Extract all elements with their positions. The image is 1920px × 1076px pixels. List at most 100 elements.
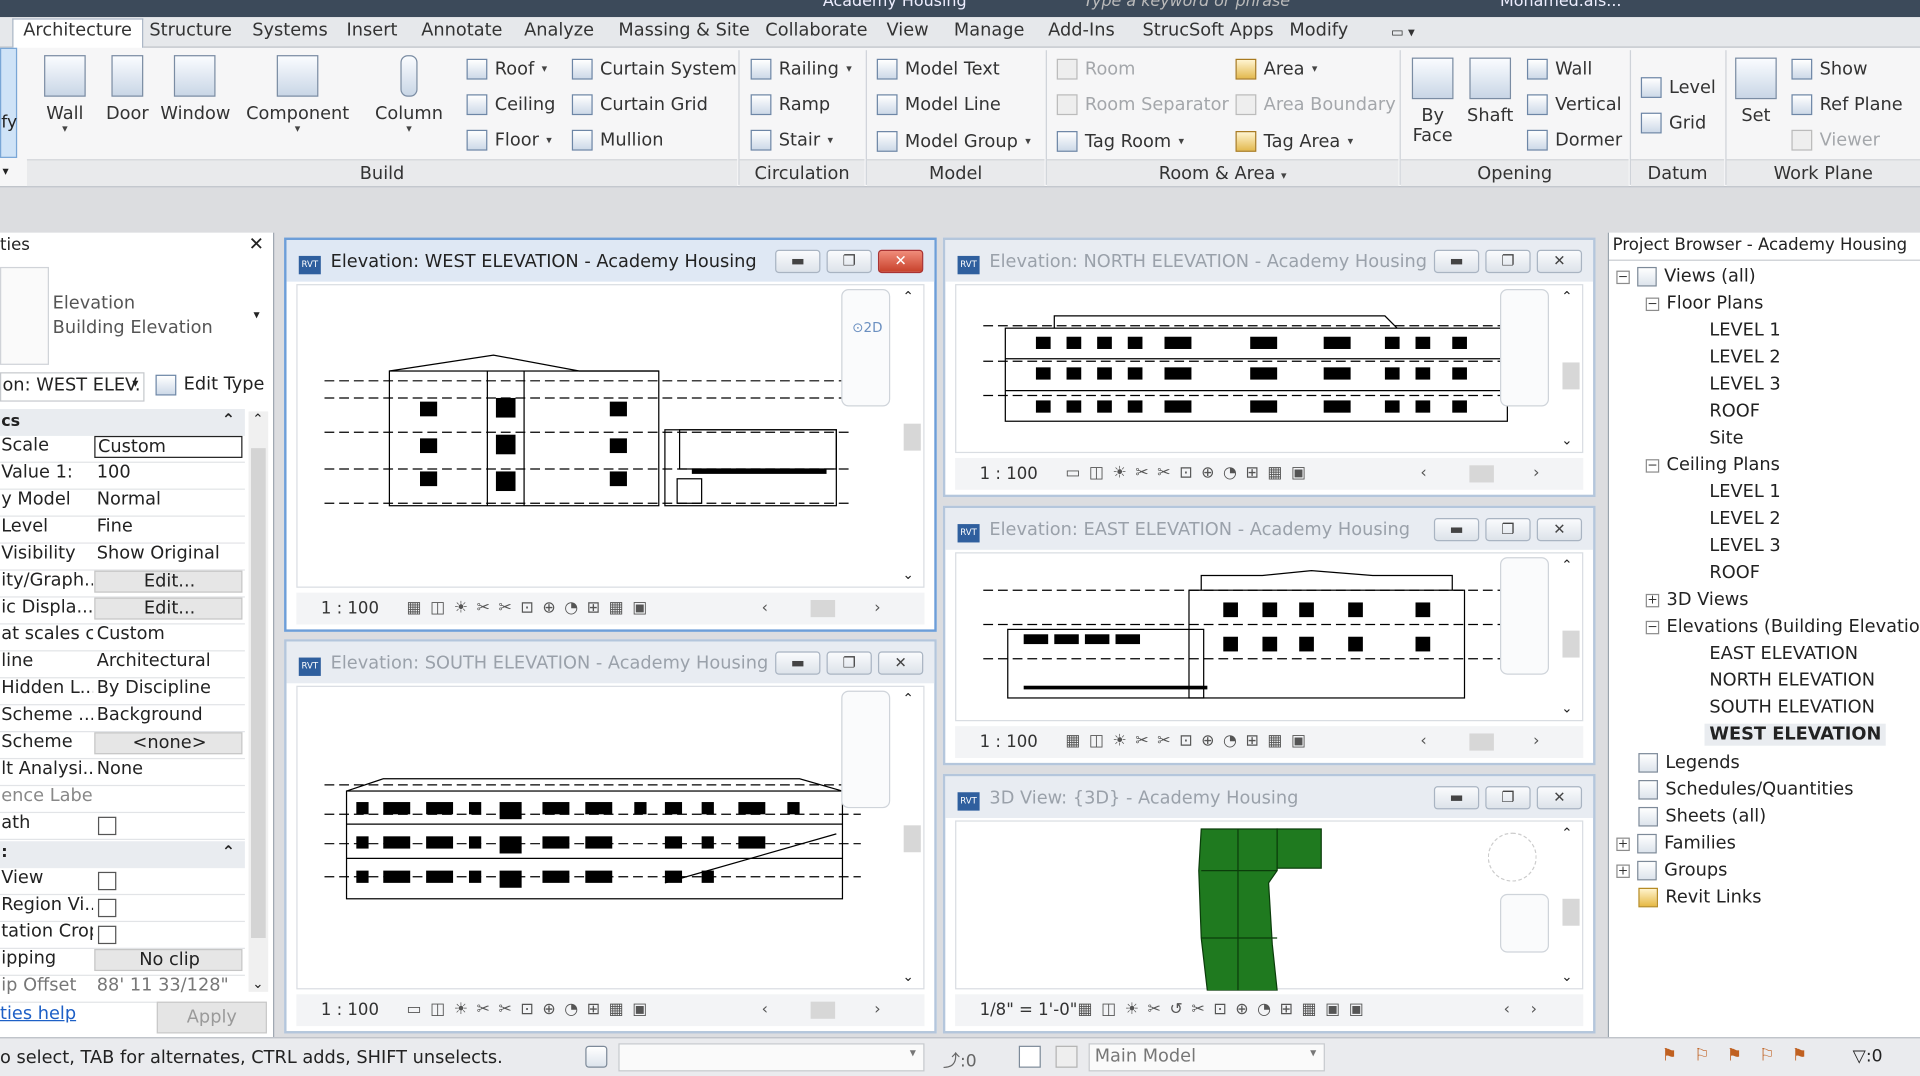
minimize-button[interactable]: ▬ bbox=[1433, 517, 1480, 542]
navigation-bar[interactable] bbox=[841, 690, 891, 809]
vertical-scrollbar[interactable]: ⌃ ⌄ bbox=[902, 289, 922, 583]
horizontal-scroll-right-icon[interactable]: › bbox=[1531, 1000, 1546, 1018]
crop-view-checkbox[interactable] bbox=[97, 871, 117, 891]
view-title-bar[interactable]: RVT Elevation: NORTH ELEVATION - Academy… bbox=[945, 240, 1594, 282]
horizontal-scroll-left-icon[interactable]: ‹ bbox=[762, 1000, 777, 1018]
tab-manage[interactable]: Manage bbox=[954, 21, 1025, 41]
tree-ceiling-plan-item[interactable]: LEVEL 3 bbox=[1709, 536, 1780, 556]
discipline-field[interactable]: Architectural bbox=[94, 651, 242, 671]
user-name[interactable]: Mohamed.als... bbox=[1500, 0, 1621, 11]
drawing-canvas[interactable] bbox=[955, 820, 1584, 992]
tree-elevation-item[interactable]: SOUTH ELEVATION bbox=[1709, 698, 1875, 718]
room-button[interactable]: Room bbox=[1056, 58, 1135, 80]
area-boundary-button[interactable]: Area Boundary bbox=[1235, 94, 1396, 116]
horizontal-scrollbar-thumb[interactable] bbox=[1469, 465, 1494, 483]
close-view-button[interactable]: ✕ bbox=[1536, 249, 1583, 274]
view-title-bar[interactable]: RVT Elevation: EAST ELEVATION - Academy … bbox=[945, 508, 1594, 550]
north-elevation-view[interactable]: RVT Elevation: NORTH ELEVATION - Academy… bbox=[942, 237, 1596, 498]
restore-button[interactable]: ❐ bbox=[1485, 517, 1531, 542]
tree-floor-plans[interactable]: − Floor Plans bbox=[1645, 294, 1763, 313]
view-scale[interactable]: 1 : 100 bbox=[980, 464, 1038, 484]
horizontal-scrollbar-thumb[interactable] bbox=[810, 1001, 836, 1019]
restore-button[interactable]: ❐ bbox=[1485, 249, 1531, 274]
horizontal-scroll-right-icon[interactable]: › bbox=[874, 1000, 889, 1018]
minimize-button[interactable]: ▬ bbox=[1433, 249, 1480, 274]
3d-view[interactable]: RVT 3D View: {3D} - Academy Housing ▬ ❐ … bbox=[942, 773, 1596, 1034]
properties-scrollbar[interactable]: ⌃ ⌄ bbox=[248, 411, 269, 992]
horizontal-scroll-left-icon[interactable]: ‹ bbox=[762, 599, 777, 617]
tree-elevation-item[interactable]: EAST ELEVATION bbox=[1709, 644, 1858, 664]
model-group-button[interactable]: Model Group ▾ bbox=[876, 131, 1031, 152]
by-face-button[interactable]: By Face bbox=[1408, 57, 1457, 146]
tree-views-all[interactable]: − Views (all) bbox=[1616, 266, 1756, 287]
far-clipping-button[interactable]: No clip bbox=[94, 948, 243, 972]
horizontal-scroll-right-icon[interactable]: › bbox=[874, 599, 889, 617]
tree-families[interactable]: + Families bbox=[1616, 833, 1736, 854]
selection-settings-icons[interactable]: ⚑⚐⚑⚐⚑ bbox=[1662, 1046, 1825, 1066]
hide-scales-field[interactable]: Custom bbox=[94, 624, 242, 644]
horizontal-scroll-left-icon[interactable]: ‹ bbox=[1420, 464, 1435, 482]
graphic-display-edit-button[interactable]: Edit... bbox=[94, 597, 243, 620]
drawing-canvas[interactable] bbox=[955, 284, 1584, 454]
tab-modify[interactable]: Modify bbox=[1289, 21, 1348, 41]
drawing-canvas[interactable] bbox=[296, 685, 925, 990]
ceiling-button[interactable]: Ceiling bbox=[466, 94, 555, 116]
properties-help-link[interactable]: ties help bbox=[0, 1004, 76, 1024]
vg-edit-button[interactable]: Edit... bbox=[94, 570, 243, 593]
show-workplane-button[interactable]: Show bbox=[1791, 58, 1868, 80]
tree-elevation-item[interactable]: NORTH ELEVATION bbox=[1709, 671, 1875, 691]
apply-button[interactable]: Apply bbox=[156, 1001, 267, 1034]
tab-collaborate[interactable]: Collaborate bbox=[765, 21, 867, 41]
tab-add-ins[interactable]: Add-Ins bbox=[1048, 21, 1115, 41]
window-button[interactable]: Window bbox=[160, 55, 230, 124]
tree-ceiling-plan-item[interactable]: ROOF bbox=[1709, 563, 1760, 583]
select-dropdown-icon[interactable]: ▾ bbox=[2, 165, 8, 178]
close-icon[interactable]: ✕ bbox=[249, 233, 264, 255]
sun-path-checkbox[interactable] bbox=[97, 816, 117, 836]
tab-analyze[interactable]: Analyze bbox=[524, 21, 594, 41]
view-title-bar[interactable]: RVT 3D View: {3D} - Academy Housing ▬ ❐ … bbox=[945, 776, 1594, 818]
navigation-bar[interactable] bbox=[1500, 893, 1549, 953]
tag-area-button[interactable]: Tag Area ▾ bbox=[1235, 131, 1353, 152]
filter-count[interactable]: ▽:0 bbox=[1853, 1047, 1883, 1067]
horizontal-scroll-right-icon[interactable]: › bbox=[1533, 732, 1548, 750]
tag-room-button[interactable]: Tag Room ▾ bbox=[1056, 131, 1184, 152]
horizontal-scroll-left-icon[interactable]: ‹ bbox=[1504, 1000, 1519, 1018]
navigation-bar[interactable]: ⊙2D bbox=[841, 288, 891, 407]
south-elevation-view[interactable]: RVT Elevation: SOUTH ELEVATION - Academy… bbox=[284, 639, 937, 1034]
workset-select[interactable]: ▾ bbox=[618, 1043, 925, 1072]
dormer-button[interactable]: Dormer bbox=[1526, 129, 1622, 151]
display-model-field[interactable]: Normal bbox=[94, 490, 242, 510]
column-button[interactable]: Column ▾ bbox=[373, 55, 444, 136]
view-control-icons[interactable]: ▦◫☀✂↺✂⊡⊕◔⊞▦▣▣ bbox=[1078, 1000, 1373, 1018]
graphics-category[interactable]: cs ⌃ bbox=[0, 408, 245, 436]
set-workplane-button[interactable]: Set bbox=[1734, 57, 1778, 126]
component-button[interactable]: Component ▾ bbox=[246, 55, 349, 136]
vertical-scrollbar[interactable]: ⌃ ⌄ bbox=[902, 691, 922, 984]
minimize-button[interactable]: ▬ bbox=[1433, 786, 1480, 810]
shaft-button[interactable]: Shaft bbox=[1465, 57, 1516, 126]
tab-strucsoft[interactable]: StrucSoft Apps bbox=[1142, 21, 1273, 41]
tree-ceiling-plan-item[interactable]: LEVEL 2 bbox=[1709, 509, 1780, 529]
roof-button[interactable]: Roof ▾ bbox=[466, 58, 547, 80]
minimize-button[interactable]: ▬ bbox=[775, 651, 821, 675]
horizontal-scroll-right-icon[interactable]: › bbox=[1533, 464, 1548, 482]
vertical-opening-button[interactable]: Vertical bbox=[1526, 94, 1622, 116]
door-button[interactable]: Door bbox=[105, 55, 149, 124]
tree-ceiling-plan-item[interactable]: LEVEL 1 bbox=[1709, 482, 1780, 502]
parts-visibility-field[interactable]: Show Original bbox=[94, 544, 242, 564]
view-scale[interactable]: 1 : 100 bbox=[980, 732, 1038, 752]
view-control-icons[interactable]: ▦◫☀✂✂⊡⊕◔⊞▦▣ bbox=[1065, 732, 1314, 750]
far-clip-offset-field[interactable]: 88' 11 33/128" bbox=[94, 976, 242, 996]
detail-level-field[interactable]: Fine bbox=[94, 517, 242, 537]
horizontal-scroll-left-icon[interactable]: ‹ bbox=[1420, 732, 1435, 750]
tab-view[interactable]: View bbox=[887, 21, 929, 41]
design-option-select[interactable]: Main Model ▾ bbox=[1088, 1043, 1325, 1072]
extents-category[interactable]: : ⌃ bbox=[0, 841, 245, 869]
view-scale[interactable]: 1/8" = 1'-0" bbox=[980, 1000, 1078, 1020]
tree-revit-links[interactable]: Revit Links bbox=[1638, 887, 1761, 908]
wall-opening-button[interactable]: Wall bbox=[1526, 58, 1592, 80]
tree-ceiling-plans[interactable]: − Ceiling Plans bbox=[1645, 456, 1780, 475]
ref-plane-button[interactable]: Ref Plane bbox=[1791, 94, 1903, 116]
grid-button[interactable]: Grid bbox=[1640, 112, 1706, 134]
